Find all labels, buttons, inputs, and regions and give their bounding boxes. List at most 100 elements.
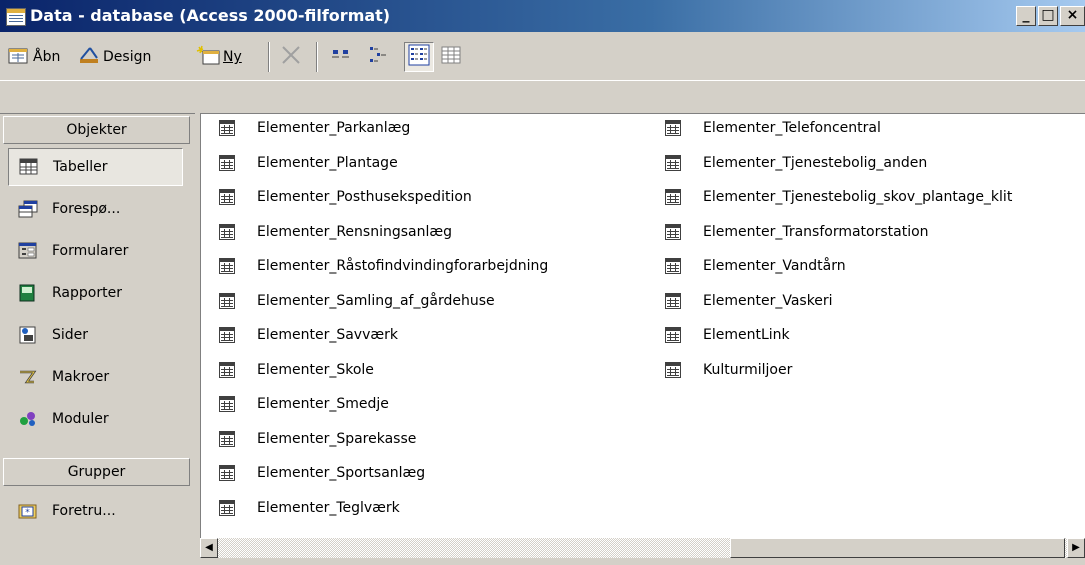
table-list-item[interactable]: ElementLink — [665, 324, 790, 346]
table-icon — [219, 292, 235, 309]
table-icon — [665, 189, 681, 205]
table-name: Elementer_Posthusekspedition — [257, 189, 472, 205]
scroll-left-button[interactable]: ◀ — [200, 538, 218, 558]
small-icons-button[interactable] — [368, 44, 390, 70]
table-name: Elementer_Tjenestebolig_skov_plantage_kl… — [703, 189, 1013, 205]
table-icon — [219, 154, 235, 171]
sidebar-item-reports[interactable]: Rapporter — [8, 274, 183, 312]
table-name: Elementer_Telefoncentral — [703, 120, 881, 136]
table-list-item[interactable]: Elementer_Råstofindvindingforarbejdning — [219, 255, 548, 277]
table-icon — [219, 258, 235, 274]
table-icon — [665, 120, 681, 136]
new-button[interactable]: Ny — [196, 44, 242, 70]
table-list-item[interactable]: Elementer_Savværk — [219, 324, 398, 346]
table-list-item[interactable]: Elementer_Transformatorstation — [665, 221, 929, 243]
table-name: Elementer_Smedje — [257, 396, 389, 412]
table-list-item[interactable]: Elementer_Tjenestebolig_anden — [665, 152, 927, 174]
groups-header[interactable]: Grupper — [3, 458, 190, 486]
design-button[interactable]: Design — [78, 44, 151, 70]
macro-icon — [18, 368, 38, 386]
table-icon — [219, 499, 235, 516]
details-view-button[interactable] — [440, 44, 462, 70]
scroll-right-button[interactable]: ▶ — [1067, 538, 1085, 558]
table-list-item[interactable]: Elementer_Parkanlæg — [219, 117, 410, 139]
table-list-item[interactable]: Elementer_Vaskeri — [665, 290, 833, 312]
list-view-button[interactable] — [404, 42, 434, 72]
scroll-thumb[interactable] — [730, 538, 1065, 558]
toolbar-separator — [316, 42, 318, 72]
table-icon — [219, 189, 235, 205]
table-name: Elementer_Transformatorstation — [703, 223, 929, 240]
database-icon[interactable] — [6, 8, 26, 26]
table-name: ElementLink — [703, 327, 790, 343]
table-name: Elementer_Rensningsanlæg — [257, 223, 453, 240]
table-icon — [219, 223, 235, 240]
table-name: Elementer_Teglværk — [257, 499, 400, 516]
object-list: Elementer_Parkanlæg Elementer_Plantage Ele… — [200, 113, 1085, 539]
table-name: Elementer_Plantage — [257, 154, 398, 171]
table-icon — [219, 430, 235, 447]
sidebar-item-label: Makroer — [52, 369, 110, 385]
delete-button[interactable] — [280, 44, 302, 70]
sidebar-item-forms[interactable]: Formularer — [8, 232, 183, 270]
form-icon — [18, 242, 38, 260]
table-icon — [219, 465, 235, 481]
table-icon — [665, 361, 681, 378]
table-list-item[interactable]: Elementer_Vandtårn — [665, 255, 846, 277]
sidebar-item-label: Formularer — [52, 243, 129, 259]
new-label: Ny — [223, 49, 242, 65]
objects-bar: Objekter Tabeller Forespø... Formularer … — [0, 113, 195, 541]
sidebar-item-macros[interactable]: Makroer — [8, 358, 183, 396]
table-list-item[interactable]: Elementer_Telefoncentral — [665, 117, 881, 139]
window-title: Data - database (Access 2000-filformat) — [30, 6, 391, 25]
minimize-button[interactable]: _ — [1016, 6, 1036, 26]
sidebar-item-label: Sider — [52, 327, 89, 343]
table-list-item[interactable]: Elementer_Rensningsanlæg — [219, 221, 452, 243]
table-list-item[interactable]: Elementer_Sparekasse — [219, 428, 416, 450]
table-name: Elementer_Vandtårn — [703, 258, 846, 274]
table-list-item[interactable]: Elementer_Skole — [219, 359, 374, 381]
table-list-item[interactable]: Elementer_Smedje — [219, 393, 389, 415]
sidebar-item-modules[interactable]: Moduler — [8, 400, 183, 438]
table-icon — [665, 292, 681, 309]
table-list-item[interactable]: Elementer_Teglværk — [219, 497, 400, 519]
details-view-icon — [440, 44, 462, 70]
close-button[interactable]: × — [1060, 6, 1085, 26]
open-icon — [8, 45, 30, 69]
table-list-item[interactable]: Elementer_Posthusekspedition — [219, 186, 472, 208]
objects-group-header[interactable]: Objekter — [3, 116, 190, 144]
table-icon — [19, 158, 39, 176]
sidebar-item-queries[interactable]: Forespø... — [8, 190, 183, 228]
table-name: Elementer_Samling_af_gårdehuse — [257, 292, 495, 309]
table-icon — [665, 327, 681, 343]
table-list-item[interactable]: Elementer_Plantage — [219, 152, 398, 174]
open-button[interactable]: Åbn — [8, 44, 60, 70]
delete-icon — [280, 44, 302, 70]
open-label: Åbn — [33, 49, 61, 65]
title-bar[interactable]: Data - database (Access 2000-filformat) … — [0, 0, 1085, 32]
maximize-button[interactable]: □ — [1038, 6, 1058, 26]
table-list-item[interactable]: Kulturmiljoer — [665, 359, 792, 381]
sidebar-item-label: Tabeller — [53, 159, 108, 175]
sidebar-item-label: Moduler — [52, 411, 109, 427]
favorites-icon: * — [18, 502, 38, 520]
design-icon — [78, 45, 100, 69]
list-view-icon — [408, 44, 430, 70]
table-name: Elementer_Sparekasse — [257, 430, 417, 447]
small-icons-icon — [368, 44, 390, 70]
query-icon — [18, 200, 38, 218]
horizontal-scrollbar[interactable]: ◀ ▶ — [200, 538, 1085, 558]
svg-text:*: * — [25, 508, 30, 518]
sidebar-item-favorites[interactable]: * Foretru... — [8, 492, 183, 530]
table-list-item[interactable]: Elementer_Samling_af_gårdehuse — [219, 290, 495, 312]
table-name: Elementer_Vaskeri — [703, 292, 833, 309]
table-icon — [219, 120, 235, 136]
sidebar-item-label: Rapporter — [52, 285, 122, 301]
table-list-item[interactable]: Elementer_Tjenestebolig_skov_plantage_kl… — [665, 186, 1012, 208]
large-icons-button[interactable] — [330, 44, 352, 70]
sidebar-item-tables[interactable]: Tabeller — [8, 148, 183, 186]
table-list-item[interactable]: Elementer_Sportsanlæg — [219, 462, 425, 484]
module-icon — [18, 410, 38, 428]
sidebar-item-pages[interactable]: Sider — [8, 316, 183, 354]
toolbar-separator — [268, 42, 270, 72]
